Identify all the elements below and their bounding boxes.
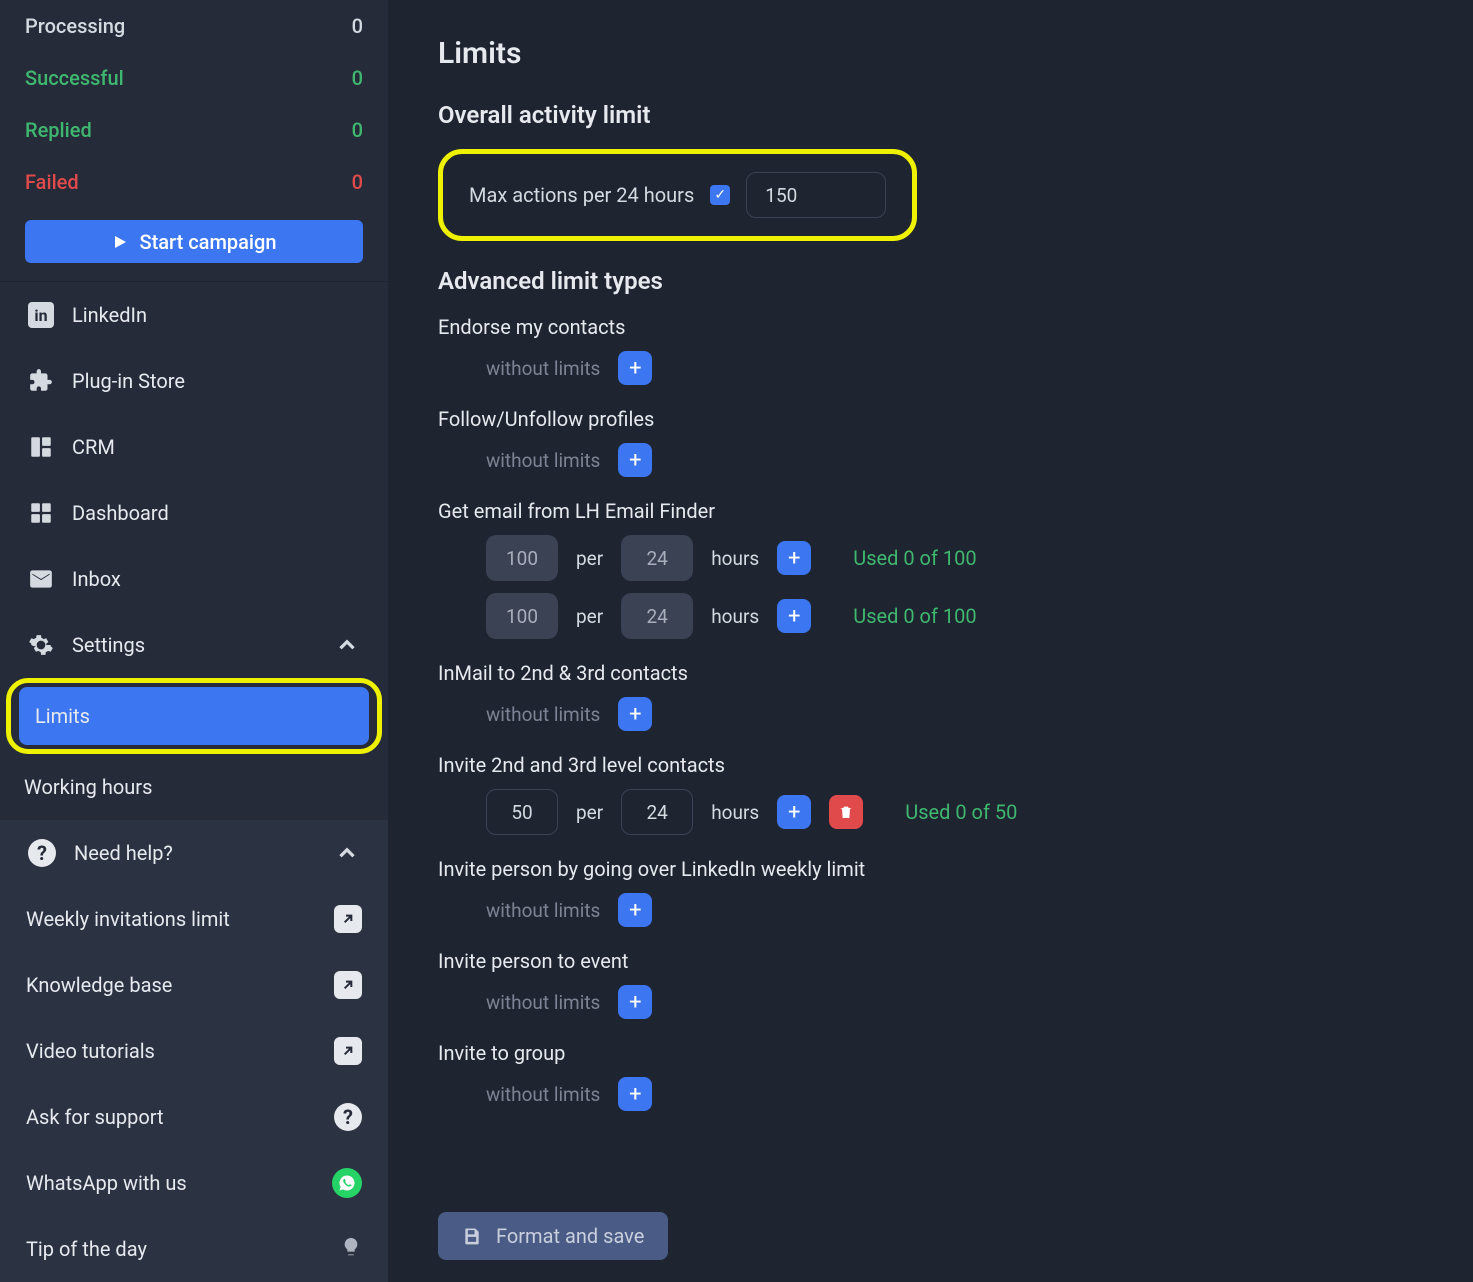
stat-successful: Successful 0 bbox=[25, 52, 363, 104]
add-limit-button[interactable]: + bbox=[777, 795, 811, 829]
limit-count-input[interactable] bbox=[486, 535, 558, 581]
nav-plugin-store[interactable]: Plug-in Store bbox=[0, 348, 388, 414]
add-limit-button[interactable]: + bbox=[777, 541, 811, 575]
external-link-icon bbox=[334, 971, 362, 999]
sub-working-hours[interactable]: Working hours bbox=[0, 754, 388, 820]
start-campaign-button[interactable]: Start campaign bbox=[25, 220, 363, 263]
used-text: Used 0 of 100 bbox=[853, 604, 976, 628]
limit-count-input[interactable] bbox=[486, 593, 558, 639]
nav-settings[interactable]: Settings bbox=[0, 612, 388, 678]
bulb-icon bbox=[340, 1236, 362, 1263]
limit-per-input[interactable] bbox=[621, 593, 693, 639]
limit-endorse: Endorse my contacts without limits + bbox=[438, 315, 1423, 385]
puzzle-icon bbox=[28, 368, 54, 394]
overall-limit-input[interactable] bbox=[746, 172, 886, 218]
stat-failed: Failed 0 bbox=[25, 156, 363, 208]
chevron-up-icon bbox=[334, 840, 360, 866]
question-icon: ? bbox=[28, 839, 56, 867]
help-ask-support[interactable]: Ask for support ? bbox=[0, 1084, 388, 1150]
sub-limits[interactable]: Limits bbox=[19, 687, 369, 745]
advanced-heading: Advanced limit types bbox=[438, 267, 1423, 295]
used-text: Used 0 of 100 bbox=[853, 546, 976, 570]
help-whatsapp[interactable]: WhatsApp with us bbox=[0, 1150, 388, 1216]
chevron-up-icon bbox=[334, 632, 360, 658]
help-knowledge-base[interactable]: Knowledge base bbox=[0, 952, 388, 1018]
add-limit-button[interactable]: + bbox=[618, 1077, 652, 1111]
stat-processing: Processing 0 bbox=[25, 0, 363, 52]
nav-need-help[interactable]: ? Need help? bbox=[0, 820, 388, 886]
save-icon bbox=[462, 1226, 482, 1246]
trash-icon bbox=[838, 804, 854, 820]
limit-per-input[interactable] bbox=[621, 789, 693, 835]
limit-follow: Follow/Unfollow profiles without limits … bbox=[438, 407, 1423, 477]
nav-inbox[interactable]: Inbox bbox=[0, 546, 388, 612]
dashboard-icon bbox=[28, 500, 54, 526]
mail-icon bbox=[28, 566, 54, 592]
nav-crm[interactable]: CRM bbox=[0, 414, 388, 480]
add-limit-button[interactable]: + bbox=[618, 985, 652, 1019]
whatsapp-icon bbox=[332, 1168, 362, 1198]
limit-email-finder: Get email from LH Email Finder per hours… bbox=[438, 499, 1423, 639]
play-icon bbox=[112, 234, 128, 250]
limit-per-input[interactable] bbox=[621, 535, 693, 581]
highlight-limits: Limits bbox=[6, 678, 382, 754]
limit-invite-group: Invite to group without limits + bbox=[438, 1041, 1423, 1111]
stats-block: Processing 0 Successful 0 Replied 0 Fail… bbox=[0, 0, 388, 208]
limit-invite-weekly: Invite person by going over LinkedIn wee… bbox=[438, 857, 1423, 927]
save-bar: Format and save bbox=[438, 1212, 668, 1260]
nav-dashboard[interactable]: Dashboard bbox=[0, 480, 388, 546]
add-limit-button[interactable]: + bbox=[618, 351, 652, 385]
sidebar: Processing 0 Successful 0 Replied 0 Fail… bbox=[0, 0, 388, 1282]
overall-limit-checkbox[interactable]: ✓ bbox=[710, 185, 730, 205]
add-limit-button[interactable]: + bbox=[618, 443, 652, 477]
used-text: Used 0 of 50 bbox=[905, 800, 1017, 824]
external-link-icon bbox=[334, 1037, 362, 1065]
limit-invite-23: Invite 2nd and 3rd level contacts per ho… bbox=[438, 753, 1423, 835]
linkedin-icon: in bbox=[28, 302, 54, 328]
limit-invite-event: Invite person to event without limits + bbox=[438, 949, 1423, 1019]
stat-replied: Replied 0 bbox=[25, 104, 363, 156]
nav: in LinkedIn Plug-in Store CRM Dashboard … bbox=[0, 281, 388, 820]
external-link-icon bbox=[334, 905, 362, 933]
overall-heading: Overall activity limit bbox=[438, 101, 1423, 129]
add-limit-button[interactable]: + bbox=[618, 893, 652, 927]
page-title: Limits bbox=[438, 36, 1423, 71]
help-video-tutorials[interactable]: Video tutorials bbox=[0, 1018, 388, 1084]
overall-limit-label: Max actions per 24 hours bbox=[469, 183, 694, 207]
help-section: ? Need help? Weekly invitations limit Kn… bbox=[0, 820, 388, 1282]
help-weekly-limit[interactable]: Weekly invitations limit bbox=[0, 886, 388, 952]
delete-limit-button[interactable] bbox=[829, 795, 863, 829]
nav-linkedin[interactable]: in LinkedIn bbox=[0, 282, 388, 348]
crm-icon bbox=[28, 434, 54, 460]
limit-inmail: InMail to 2nd & 3rd contacts without lim… bbox=[438, 661, 1423, 731]
overall-limit-highlight: Max actions per 24 hours ✓ bbox=[438, 149, 917, 241]
add-limit-button[interactable]: + bbox=[777, 599, 811, 633]
add-limit-button[interactable]: + bbox=[618, 697, 652, 731]
main-content: Limits Overall activity limit Max action… bbox=[388, 0, 1473, 1282]
help-tip[interactable]: Tip of the day bbox=[0, 1216, 388, 1282]
format-save-button[interactable]: Format and save bbox=[438, 1212, 668, 1260]
question-icon: ? bbox=[334, 1103, 362, 1131]
gear-icon bbox=[28, 632, 54, 658]
limit-count-input[interactable] bbox=[486, 789, 558, 835]
